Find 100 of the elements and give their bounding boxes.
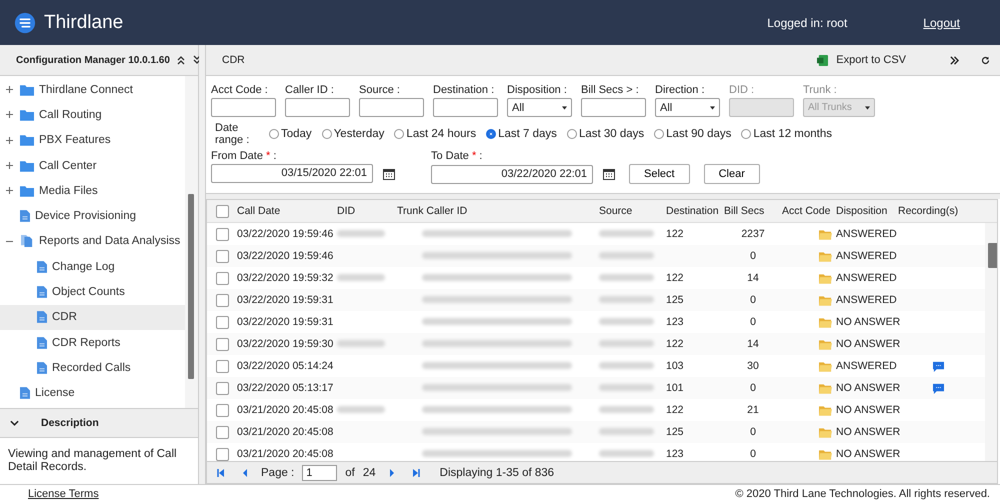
collapse-all-icon[interactable] <box>176 55 186 65</box>
folder-icon[interactable] <box>819 316 832 328</box>
checkbox[interactable] <box>216 426 228 438</box>
table-row[interactable]: 03/21/2020 20:45:08 123 0 NO ANSWER <box>207 443 985 461</box>
checkbox[interactable] <box>216 204 228 218</box>
column-header[interactable]: Call Date <box>237 205 337 217</box>
license-terms-link[interactable]: License Terms <box>28 488 99 500</box>
tree-item[interactable]: Thirdlane Connect <box>0 77 185 102</box>
tree-item[interactable]: Recorded Calls <box>0 355 185 381</box>
radio-option[interactable]: Last 7 days <box>486 128 557 140</box>
folder-icon[interactable] <box>819 294 832 306</box>
scrollbar[interactable] <box>985 223 997 461</box>
table-cell: 123 <box>666 316 684 328</box>
scrollbar[interactable] <box>185 76 198 408</box>
plus-icon[interactable] <box>6 162 13 170</box>
next-page-icon[interactable] <box>388 468 396 476</box>
checkbox[interactable] <box>216 404 228 416</box>
calendar-icon[interactable] <box>603 168 615 180</box>
radio-option[interactable]: Last 30 days <box>566 128 644 140</box>
plus-icon[interactable] <box>6 187 13 194</box>
folder-icon[interactable] <box>819 272 832 284</box>
input-field[interactable] <box>581 98 646 117</box>
folder-icon[interactable] <box>819 426 832 438</box>
checkbox[interactable] <box>216 250 228 262</box>
page-input[interactable]: 1 <box>302 464 338 480</box>
checkbox[interactable] <box>216 228 228 240</box>
table-row[interactable]: 03/22/2020 19:59:46 122 2237 ANSWERED <box>207 223 985 245</box>
folder-icon[interactable] <box>819 228 832 240</box>
expand-all-icon[interactable] <box>192 55 202 65</box>
column-header[interactable]: Source <box>599 205 666 217</box>
radio-option[interactable]: Last 90 days <box>654 128 732 140</box>
table-row[interactable]: 03/22/2020 05:14:24 103 30 ANSWERED <box>207 355 985 377</box>
tree-item[interactable]: Object Counts <box>0 279 185 305</box>
description-header[interactable]: Description <box>0 409 198 438</box>
folder-icon[interactable] <box>819 360 832 372</box>
plus-icon[interactable] <box>6 136 13 144</box>
column-header[interactable]: Recording(s) <box>898 205 978 217</box>
calendar-icon[interactable] <box>383 168 395 180</box>
column-header[interactable]: DID <box>337 205 397 217</box>
table-row[interactable]: 03/22/2020 19:59:31 125 0 ANSWERED <box>207 289 985 311</box>
column-header[interactable]: Trunk Caller ID <box>397 205 599 217</box>
radio-option[interactable]: Yesterday <box>322 128 384 140</box>
date-field[interactable]: 03/15/2020 22:01 <box>211 164 373 183</box>
first-page-icon[interactable] <box>217 468 225 476</box>
dropdown[interactable]: All <box>655 98 720 117</box>
export-csv-button[interactable]: Export to CSV <box>836 54 906 66</box>
folder-icon[interactable] <box>819 250 832 262</box>
folder-icon[interactable] <box>819 338 832 350</box>
tree-item[interactable]: License <box>0 380 185 406</box>
input-field[interactable] <box>359 98 424 117</box>
clear-button[interactable]: Clear <box>704 164 760 184</box>
table-row[interactable]: 03/22/2020 05:13:17 101 0 NO ANSWER <box>207 377 985 399</box>
column-header[interactable]: Disposition <box>832 205 898 217</box>
column-header[interactable]: Bill Secs <box>724 205 782 217</box>
table-row[interactable]: 03/22/2020 19:59:46 0 ANSWERED <box>207 245 985 267</box>
date-field[interactable]: 03/22/2020 22:01 <box>431 164 593 184</box>
checkbox[interactable] <box>216 338 228 350</box>
folder-icon[interactable] <box>819 404 832 416</box>
folder-icon[interactable] <box>819 448 832 460</box>
tree-item[interactable]: Call Center <box>0 152 185 178</box>
tree-item[interactable]: PBX Features <box>0 128 185 153</box>
table-row[interactable]: 03/21/2020 20:45:08 122 21 NO ANSWER <box>207 399 985 421</box>
refresh-icon[interactable] <box>981 56 990 64</box>
tree-item[interactable]: CDR Reports <box>0 330 185 356</box>
tree-item[interactable]: Media Files <box>0 178 185 204</box>
table-row[interactable]: 03/22/2020 19:59:32 122 14 ANSWERED <box>207 267 985 289</box>
folder-icon[interactable] <box>819 382 832 394</box>
tree-item[interactable]: CDR <box>0 304 185 330</box>
table-row[interactable]: 03/22/2020 19:59:31 123 0 NO ANSWER <box>207 311 985 333</box>
checkbox[interactable] <box>216 272 228 284</box>
tree-item[interactable]: Change Log <box>0 254 185 280</box>
checkbox[interactable] <box>216 448 228 460</box>
plus-icon[interactable] <box>6 86 13 94</box>
column-header[interactable]: Acct Code <box>782 205 832 217</box>
radio-option[interactable]: Today <box>269 128 312 140</box>
double-chevron-icon[interactable] <box>950 56 959 64</box>
tree-item[interactable]: Device Provisioning <box>0 203 185 229</box>
chat-bubble-icon[interactable] <box>932 360 944 372</box>
column-header[interactable]: Destination <box>666 205 724 217</box>
tree-item[interactable]: Call Routing <box>0 102 185 128</box>
plus-icon[interactable] <box>6 111 13 118</box>
checkbox[interactable] <box>216 316 228 328</box>
input-field[interactable] <box>211 98 276 117</box>
tree-item[interactable]: Reports and Data Analysiss <box>0 228 185 254</box>
checkbox[interactable] <box>216 294 228 306</box>
radio-option[interactable]: Last 12 months <box>741 128 832 140</box>
chat-bubble-icon[interactable] <box>932 382 944 394</box>
input-field[interactable] <box>285 98 350 117</box>
previous-page-icon[interactable] <box>241 468 249 476</box>
table-row[interactable]: 03/22/2020 19:59:30 122 14 NO ANSWER <box>207 333 985 355</box>
dropdown[interactable]: All <box>507 98 572 117</box>
last-page-icon[interactable] <box>412 468 420 476</box>
checkbox[interactable] <box>216 382 228 394</box>
select-button[interactable]: Select <box>629 164 690 184</box>
radio-option[interactable]: Last 24 hours <box>394 128 476 140</box>
user-label: Logged in: root <box>767 16 848 30</box>
table-row[interactable]: 03/21/2020 20:45:08 125 0 NO ANSWER <box>207 421 985 443</box>
logout-link[interactable]: Logout <box>923 16 960 30</box>
input-field[interactable] <box>433 98 498 117</box>
checkbox[interactable] <box>216 360 228 372</box>
